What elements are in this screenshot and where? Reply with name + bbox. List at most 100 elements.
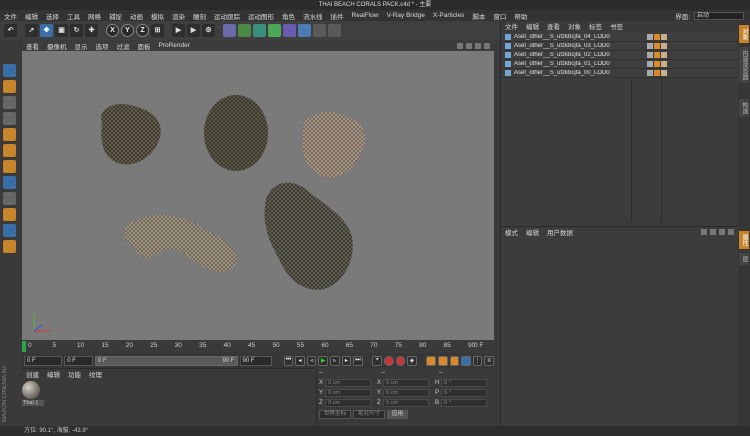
phong-tag-icon[interactable]: [654, 52, 660, 58]
environment-icon[interactable]: [298, 24, 311, 37]
render-view-icon[interactable]: ▶: [172, 24, 185, 37]
keyframe-selection-icon[interactable]: ◈: [407, 355, 417, 366]
orbit-icon[interactable]: [475, 42, 481, 49]
camera-icon[interactable]: [313, 24, 326, 37]
rotate-tool-icon[interactable]: ↻: [70, 24, 83, 37]
maximize-icon[interactable]: [484, 42, 490, 49]
record-keys-icon[interactable]: ⌖: [372, 355, 382, 366]
autokey-icon[interactable]: [395, 355, 406, 366]
material-name[interactable]: Thai 1: [22, 400, 44, 406]
planar-workplane-icon[interactable]: [2, 240, 16, 253]
viewport-menu-view[interactable]: 查看: [22, 41, 43, 51]
recent-tool-icon[interactable]: ✚: [85, 24, 98, 37]
menu-help[interactable]: 帮助: [510, 11, 531, 21]
pen-icon[interactable]: [238, 24, 251, 37]
material-tag-icon[interactable]: [661, 70, 667, 76]
object-row[interactable]: Aset_other__S_ufzkbcjfa_00_LOD0: [501, 69, 739, 78]
viewport-menu-display[interactable]: 显示: [71, 41, 92, 51]
menu-motion-tracking[interactable]: 运动跟踪: [210, 11, 244, 21]
timeline-menu-icon[interactable]: ≡: [484, 355, 494, 366]
pan-icon[interactable]: [457, 42, 463, 49]
om-menu-bookmarks[interactable]: 书签: [606, 21, 627, 31]
up-arrow-icon[interactable]: [710, 229, 716, 235]
menu-animate[interactable]: 动画: [126, 11, 147, 21]
light-icon[interactable]: [328, 24, 341, 37]
phong-tag-icon[interactable]: [654, 34, 660, 40]
menu-simulate[interactable]: 模拟: [147, 11, 168, 21]
enable-axis-icon[interactable]: [2, 176, 16, 189]
back-arrow-icon[interactable]: [701, 229, 707, 235]
object-name[interactable]: Aset_other__S_ufzkbcjfa_04_LOD0: [514, 34, 639, 40]
material-menu-function[interactable]: 功能: [64, 369, 85, 379]
material-swatch[interactable]: [22, 381, 40, 399]
timeline-ruler[interactable]: 0 5 10 15 20 25 30 35 40 45 50 55 60 65 70 75 80 85 90 0 F: [22, 340, 494, 353]
om-menu-view[interactable]: 查看: [543, 21, 564, 31]
menu-select[interactable]: 选择: [42, 11, 63, 21]
tab-attributes[interactable]: 属性: [739, 231, 749, 249]
material-menu-texture[interactable]: 纹理: [85, 369, 106, 379]
preview-range-slider[interactable]: 0 F 90 F: [94, 355, 238, 366]
material-tag-icon[interactable]: [661, 34, 667, 40]
viewport-menu-filter[interactable]: 过滤: [113, 41, 134, 51]
menu-file[interactable]: 文件: [0, 11, 21, 21]
object-name[interactable]: Aset_other__S_ufzkbcjfa_02_LOD0: [514, 52, 639, 58]
move-tool-icon[interactable]: ✥: [40, 24, 53, 37]
rot-b-field[interactable]: 0 °: [441, 399, 487, 407]
point-level-icon[interactable]: ⋮: [472, 355, 483, 366]
menu-vray-bridge[interactable]: V-Ray Bridge: [383, 12, 429, 19]
scale-tool-icon[interactable]: ▣: [55, 24, 68, 37]
material-menu-edit[interactable]: 编辑: [43, 369, 64, 379]
menu-sculpt[interactable]: 雕刻: [189, 11, 210, 21]
visibility-icon[interactable]: [647, 61, 653, 67]
zoom-icon[interactable]: [466, 42, 472, 49]
render-picture-viewer-icon[interactable]: ▶: [187, 24, 200, 37]
visibility-icon[interactable]: [647, 43, 653, 49]
phong-tag-icon[interactable]: [654, 61, 660, 67]
texture-mode-icon[interactable]: [2, 96, 16, 109]
am-menu-edit[interactable]: 编辑: [522, 227, 543, 237]
current-frame-field[interactable]: 0 F: [24, 355, 63, 366]
om-menu-file[interactable]: 文件: [501, 21, 522, 31]
position-key-icon[interactable]: [426, 355, 436, 366]
workplane-icon[interactable]: [2, 112, 16, 125]
make-editable-icon[interactable]: [2, 64, 16, 77]
lock-icon[interactable]: [728, 229, 734, 235]
deformer-icon[interactable]: [283, 24, 296, 37]
coordinate-system-icon[interactable]: ⊞: [151, 24, 164, 37]
x-axis-lock-button[interactable]: X: [106, 24, 119, 37]
object-row[interactable]: Aset_other__S_ufzkbcjfa_03_LOD0: [501, 42, 739, 51]
layout-select[interactable]: 启动: [694, 12, 744, 20]
scale-key-icon[interactable]: [437, 355, 448, 366]
pos-x-field[interactable]: 0 cm: [325, 379, 371, 387]
points-mode-icon[interactable]: [2, 128, 16, 141]
material-tag-icon[interactable]: [661, 43, 667, 49]
size-y-field[interactable]: 0 cm: [383, 389, 429, 397]
menu-script[interactable]: 脚本: [468, 11, 489, 21]
max-frame-field[interactable]: 90 F: [239, 355, 273, 366]
menu-tools[interactable]: 工具: [63, 11, 84, 21]
visibility-icon[interactable]: [647, 34, 653, 40]
menu-pipeline[interactable]: 流水线: [299, 11, 327, 21]
om-menu-tags[interactable]: 标签: [585, 21, 606, 31]
viewport-menu-prorender[interactable]: ProRender: [155, 42, 194, 49]
prev-frame-icon[interactable]: ◃: [306, 355, 317, 366]
object-name[interactable]: Aset_other__S_ufzkbcjfa_03_LOD0: [514, 43, 639, 49]
polygons-mode-icon[interactable]: [2, 160, 16, 173]
viewport-menu-cameras[interactable]: 摄像机: [43, 41, 71, 51]
playhead[interactable]: [22, 341, 26, 352]
size-z-field[interactable]: 0 cm: [383, 399, 429, 407]
object-name[interactable]: Aset_other__S_ufzkbcjfa_00_LOD0: [514, 70, 639, 76]
phong-tag-icon[interactable]: [654, 70, 660, 76]
render-settings-icon[interactable]: ⚙: [202, 24, 215, 37]
tab-structure[interactable]: 构造: [739, 99, 749, 117]
pos-y-field[interactable]: 0 cm: [325, 389, 371, 397]
am-menu-mode[interactable]: 模式: [501, 227, 522, 237]
z-axis-lock-button[interactable]: Z: [136, 24, 149, 37]
menu-edit[interactable]: 编辑: [21, 11, 42, 21]
menu-character[interactable]: 角色: [278, 11, 299, 21]
object-row[interactable]: Aset_other__S_ufzkbcjfa_04_LOD0: [501, 33, 739, 42]
cloner-icon[interactable]: [268, 24, 281, 37]
edges-mode-icon[interactable]: [2, 144, 16, 157]
viewport-menu-panel[interactable]: 面板: [134, 41, 155, 51]
play-icon[interactable]: ▶: [318, 355, 328, 366]
